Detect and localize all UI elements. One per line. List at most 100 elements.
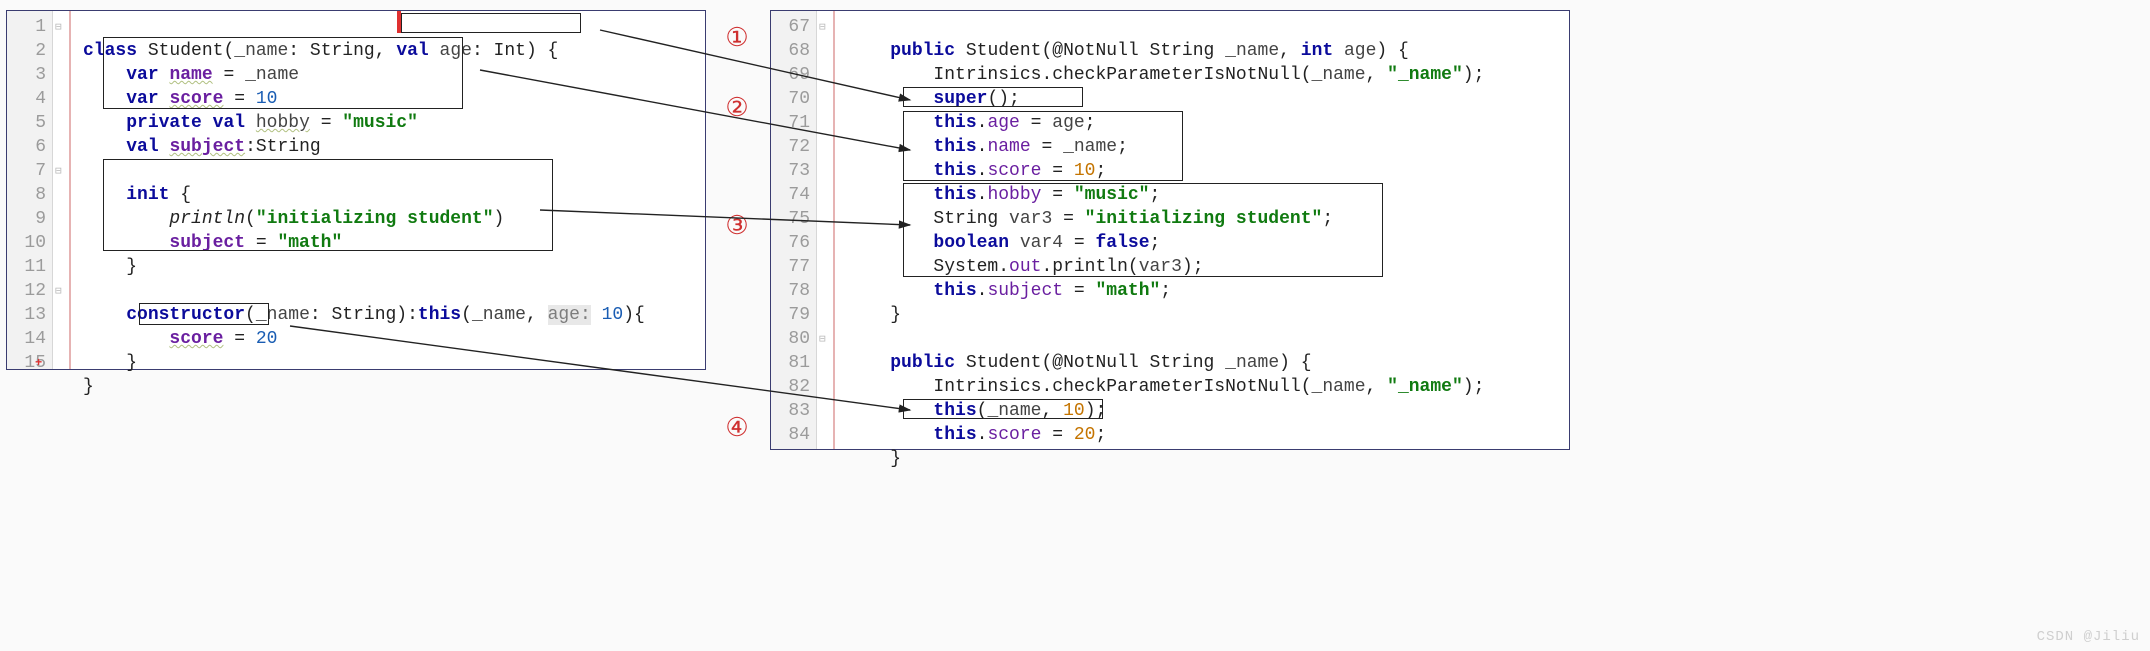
line-number: 9 (11, 207, 46, 231)
keyword-false: false (1095, 233, 1149, 253)
type-int: Int (494, 41, 526, 61)
line-number: 84 (775, 423, 810, 447)
string-music: "music" (342, 113, 418, 133)
prop-subject: subject (169, 137, 245, 157)
line-number: 11 (11, 255, 46, 279)
line-number: 78 (775, 279, 810, 303)
line-number: 14 (11, 327, 46, 351)
param-name: _name (1225, 353, 1279, 373)
type-string: String (331, 305, 396, 325)
arg-_name: _name (987, 401, 1041, 421)
line-number: 2 (11, 39, 46, 63)
keyword-public: public (890, 41, 955, 61)
string-_name: "_name" (1387, 65, 1463, 85)
line-number: 80 (775, 327, 810, 351)
keyword-int: int (1301, 41, 1333, 61)
field-score: score (987, 425, 1041, 445)
line-number: 8 (11, 183, 46, 207)
param-age: age (440, 41, 472, 61)
keyword-this: this (933, 137, 976, 157)
line-number: 13 (11, 303, 46, 327)
fold-collapse-icon[interactable] (819, 15, 826, 40)
param-name: _name (1225, 41, 1279, 61)
code-area-right[interactable]: public Student(@NotNull String _name, in… (835, 11, 1569, 449)
line-number: 70 (775, 87, 810, 111)
change-marker-icon: + (35, 351, 42, 375)
line-number: 6 (11, 135, 46, 159)
ref-_name: _name (1063, 137, 1117, 157)
callout-4-icon: ④ (722, 412, 752, 443)
line-number: 77 (775, 255, 810, 279)
fold-collapse-icon[interactable] (55, 15, 62, 40)
annotation-notnull: @NotNull (1052, 353, 1138, 373)
ref-score: score (169, 329, 223, 349)
highlight-box (401, 13, 581, 33)
string-math: "math" (1095, 281, 1160, 301)
string-init: "initializing student" (256, 209, 494, 229)
watermark-text: CSDN @Jiliu (2037, 629, 2140, 645)
keyword-constructor: constructor (126, 305, 245, 325)
line-number: 12 (11, 279, 46, 303)
arg-_name: _name (1312, 377, 1366, 397)
ref-intrinsics: Intrinsics (933, 377, 1041, 397)
fold-margin-left: + (53, 11, 71, 369)
prop-name: name (169, 65, 212, 85)
arg-_name: _name (1312, 65, 1366, 85)
line-number: 83 (775, 399, 810, 423)
keyword-val: val (396, 41, 428, 61)
line-number: 76 (775, 231, 810, 255)
field-score: score (987, 161, 1041, 181)
line-number: 67 (775, 15, 810, 39)
line-number: 79 (775, 303, 810, 327)
keyword-public: public (890, 353, 955, 373)
string-music: "music" (1074, 185, 1150, 205)
keyword-super: super (933, 89, 987, 109)
keyword-init: init (126, 185, 169, 205)
gutter-left: 1 2 3 4 5 6 7 8 9 10 11 12 13 14 15 (7, 11, 53, 369)
fn-check: checkParameterIsNotNull (1052, 65, 1300, 85)
arg-_name: _name (472, 305, 526, 325)
line-number: 5 (11, 111, 46, 135)
line-number: 82 (775, 375, 810, 399)
var3: var3 (1009, 209, 1052, 229)
param-name: _name (234, 41, 288, 61)
prop-score: score (169, 89, 223, 109)
ctor-name: Student (966, 353, 1042, 373)
keyword-this: this (418, 305, 461, 325)
keyword-this: this (933, 113, 976, 133)
line-number: 7 (11, 159, 46, 183)
ref-intrinsics: Intrinsics (933, 65, 1041, 85)
type-string: String (933, 209, 998, 229)
type-string: String (1150, 41, 1215, 61)
fold-collapse-icon[interactable] (55, 279, 62, 304)
fn-println: println (169, 209, 245, 229)
field-age: age (987, 113, 1019, 133)
keyword-var: var (126, 65, 158, 85)
var4: var4 (1020, 233, 1063, 253)
ref-system: System (933, 257, 998, 277)
string-_name: "_name" (1387, 377, 1463, 397)
field-out: out (1009, 257, 1041, 277)
param-hint-age: age: (548, 305, 591, 325)
literal-20: 20 (256, 329, 278, 349)
keyword-this: this (933, 425, 976, 445)
field-subject: subject (987, 281, 1063, 301)
ref-subject: subject (169, 233, 245, 253)
fold-collapse-icon[interactable] (819, 327, 826, 352)
callout-2-icon: ② (722, 92, 752, 123)
ctor-name: Student (966, 41, 1042, 61)
code-area-left[interactable]: class Student(_name: String, val age: In… (71, 11, 705, 369)
keyword-this: this (933, 401, 976, 421)
class-name: Student (148, 41, 224, 61)
type-string: String (310, 41, 375, 61)
field-hobby: hobby (987, 185, 1041, 205)
keyword-this: this (933, 281, 976, 301)
literal-20: 20 (1074, 425, 1096, 445)
line-number: 4 (11, 87, 46, 111)
literal-10: 10 (1063, 401, 1085, 421)
line-number: 74 (775, 183, 810, 207)
line-number: 68 (775, 39, 810, 63)
keyword-var: var (126, 89, 158, 109)
fold-collapse-icon[interactable] (55, 159, 62, 184)
fn-println: println (1052, 257, 1128, 277)
